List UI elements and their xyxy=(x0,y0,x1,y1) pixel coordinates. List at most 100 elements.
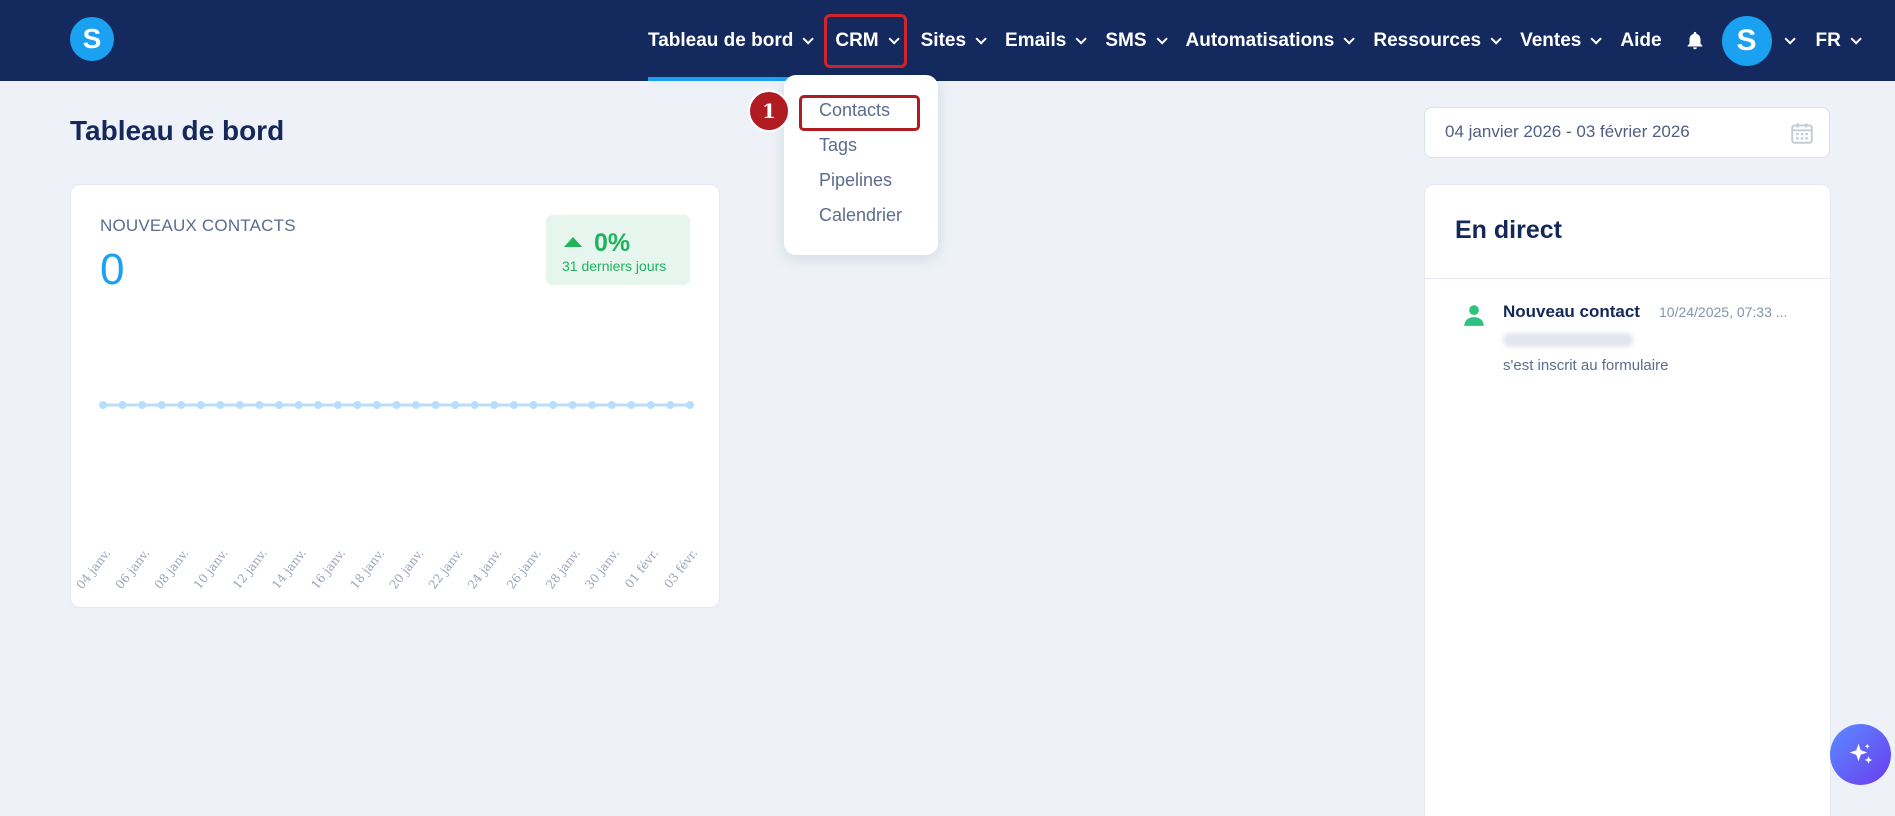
app-logo[interactable]: S xyxy=(70,17,114,61)
data-point xyxy=(431,401,440,409)
date-range-value: 04 janvier 2026 - 03 février 2026 xyxy=(1445,122,1690,141)
chevron-down-icon xyxy=(802,32,815,45)
data-point xyxy=(333,401,342,409)
x-tick-label: 01 févr. xyxy=(622,546,661,591)
chevron-down-icon xyxy=(1590,32,1603,45)
ai-assistant-button[interactable] xyxy=(1830,724,1891,785)
data-point xyxy=(470,401,479,409)
data-point xyxy=(451,401,460,409)
data-point xyxy=(646,401,655,409)
language-selector[interactable]: FR xyxy=(1815,0,1862,81)
x-tick-label: 16 janv. xyxy=(308,546,348,592)
menu-item-tags[interactable]: Tags xyxy=(784,128,938,163)
bell-icon[interactable] xyxy=(1684,30,1706,52)
user-icon xyxy=(1464,305,1484,326)
menu-item-pipelines[interactable]: Pipelines xyxy=(784,163,938,198)
data-point xyxy=(138,401,147,409)
avatar[interactable]: S xyxy=(1721,15,1772,66)
x-tick-label: 22 janv. xyxy=(426,546,466,592)
nav-item-emails[interactable]: Emails xyxy=(1005,0,1088,81)
live-feed-title: En direct xyxy=(1455,216,1562,244)
chevron-down-icon xyxy=(1490,32,1502,45)
x-tick-label: 12 janv. xyxy=(230,546,270,592)
main-nav: Tableau de bord CRM Sites Emails SMS Aut… xyxy=(648,0,1880,81)
nav-item-label: Ressources xyxy=(1373,29,1482,51)
chevron-down-icon xyxy=(1343,32,1356,45)
nav-item-sites[interactable]: Sites xyxy=(920,0,987,81)
top-navbar: S Tableau de bord CRM Sites Emails SMS A… xyxy=(0,0,1895,81)
data-point xyxy=(686,401,694,409)
x-tick-label: 30 janv. xyxy=(582,546,622,592)
x-tick-label: 04 janv. xyxy=(73,546,113,592)
data-point xyxy=(314,401,323,409)
page-title: Tableau de bord xyxy=(70,115,285,146)
data-point xyxy=(275,401,284,409)
x-tick-label: 03 févr. xyxy=(661,546,700,591)
data-point xyxy=(372,401,381,409)
x-tick-label: 18 janv. xyxy=(347,546,387,592)
data-point xyxy=(235,401,244,409)
data-point xyxy=(509,401,518,409)
nav-item-ventes[interactable]: Ventes xyxy=(1520,0,1603,81)
data-point xyxy=(568,401,577,409)
nav-item-crm[interactable]: CRM xyxy=(824,13,907,68)
data-point xyxy=(588,401,597,409)
highlight-box-contacts xyxy=(799,95,920,131)
nav-item-label: CRM xyxy=(835,29,879,51)
x-tick-label: 06 janv. xyxy=(113,546,153,592)
x-tick-label: 20 janv. xyxy=(387,546,427,592)
data-point xyxy=(118,401,127,409)
new-contacts-card: NOUVEAUX CONTACTS 0 0% 31 derniers jours… xyxy=(70,184,720,608)
nav-item-label: Aide xyxy=(1620,29,1662,51)
chevron-down-icon xyxy=(888,32,900,45)
date-range-picker[interactable]: 04 janvier 2026 - 03 février 2026 xyxy=(1424,107,1830,158)
data-point xyxy=(627,401,636,409)
data-point xyxy=(549,401,558,409)
new-contacts-chart: 04 janv. 06 janv. 08 janv. 10 janv. 12 janv.… xyxy=(73,401,700,592)
x-tick-label: 24 janv. xyxy=(465,546,505,592)
nav-item-tableau-de-bord[interactable]: Tableau de bord xyxy=(648,0,815,81)
data-point xyxy=(255,401,264,409)
data-point xyxy=(412,401,421,409)
language-label: FR xyxy=(1815,29,1841,51)
x-tick-label: 14 janv. xyxy=(269,546,309,592)
calendar-icon xyxy=(1791,123,1813,144)
x-tick-label: 28 janv. xyxy=(543,546,583,592)
chevron-down-icon[interactable] xyxy=(1784,32,1796,45)
sparkle-icon xyxy=(1849,743,1872,764)
nav-item-automatisations[interactable]: Automatisations xyxy=(1185,0,1356,81)
data-point xyxy=(392,401,401,409)
x-tick-label: 26 janv. xyxy=(504,546,544,592)
live-event-detail: s'est inscrit au formulaire xyxy=(1503,357,1669,374)
data-point xyxy=(177,401,186,409)
nav-item-label: Tableau de bord xyxy=(648,29,794,51)
data-point xyxy=(216,401,225,409)
x-tick-label: 08 janv. xyxy=(152,546,192,592)
live-event-title[interactable]: Nouveau contact xyxy=(1503,302,1640,322)
data-point xyxy=(666,401,675,409)
nav-item-ressources[interactable]: Ressources xyxy=(1373,0,1502,81)
data-point xyxy=(529,401,538,409)
data-point xyxy=(607,401,616,409)
chevron-down-icon xyxy=(1155,32,1168,45)
data-point xyxy=(490,401,499,409)
data-point xyxy=(157,401,166,409)
nav-item-label: SMS xyxy=(1105,29,1147,51)
live-event-email-redacted xyxy=(1503,333,1633,347)
live-feed-card: En direct Nouveau contact 10/24/2025, 07… xyxy=(1424,184,1831,816)
nav-item-label: Sites xyxy=(920,29,967,51)
data-point xyxy=(294,401,303,409)
menu-item-calendrier[interactable]: Calendrier xyxy=(784,198,938,233)
nav-item-label: Automatisations xyxy=(1185,29,1335,51)
nav-item-aide[interactable]: Aide xyxy=(1620,0,1661,81)
divider xyxy=(1425,278,1830,279)
data-point xyxy=(99,401,107,409)
nav-item-sms[interactable]: SMS xyxy=(1105,0,1168,81)
nav-item-label: Ventes xyxy=(1520,29,1582,51)
chevron-down-icon xyxy=(975,32,987,45)
chevron-down-icon xyxy=(1850,32,1862,45)
data-point xyxy=(353,401,362,409)
step-badge: 1 xyxy=(748,90,790,132)
nav-item-label: Emails xyxy=(1005,29,1067,51)
live-event-time: 10/24/2025, 07:33 ... xyxy=(1659,304,1788,320)
